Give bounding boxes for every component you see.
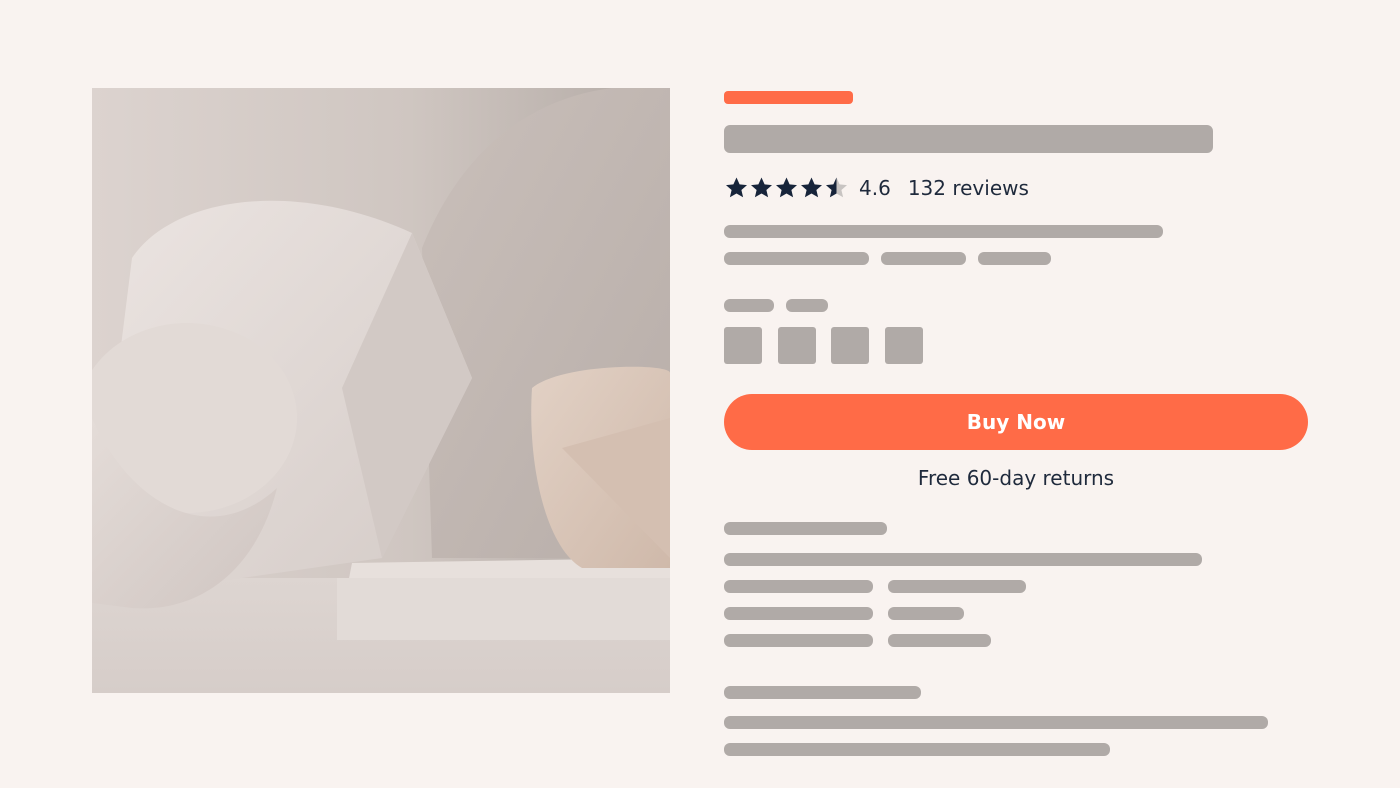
- buy-now-button[interactable]: Buy Now: [724, 394, 1308, 450]
- description-line: [978, 252, 1051, 265]
- option-label: [724, 299, 774, 312]
- option-swatch[interactable]: [724, 327, 762, 364]
- product-photo-art: [92, 88, 670, 693]
- product-title-placeholder: [724, 125, 1213, 153]
- star-rating: [724, 176, 849, 200]
- shipping-line: [724, 716, 1268, 729]
- details-line: [724, 553, 1202, 566]
- option-swatch[interactable]: [831, 327, 869, 364]
- details-line: [724, 607, 873, 620]
- details-line: [724, 634, 873, 647]
- description-line: [881, 252, 966, 265]
- review-count-link[interactable]: 132 reviews: [908, 176, 1029, 200]
- description-line: [724, 225, 1163, 238]
- star-icon: [726, 177, 747, 198]
- half-star-icon: [826, 177, 847, 198]
- details-heading: [724, 522, 887, 535]
- details-line: [888, 580, 1026, 593]
- shipping-line: [724, 743, 1110, 756]
- star-icon: [776, 177, 797, 198]
- shipping-heading: [724, 686, 921, 699]
- option-swatch[interactable]: [885, 327, 923, 364]
- details-line: [724, 580, 873, 593]
- rating-row: 4.6 132 reviews: [724, 172, 1029, 204]
- option-swatch[interactable]: [778, 327, 816, 364]
- option-label: [786, 299, 828, 312]
- returns-policy-text: Free 60-day returns: [917, 466, 1115, 490]
- details-line: [888, 607, 964, 620]
- description-line: [724, 252, 869, 265]
- details-line: [888, 634, 991, 647]
- product-image: [92, 88, 670, 693]
- star-icon: [801, 177, 822, 198]
- star-icon: [751, 177, 772, 198]
- rating-value: 4.6: [859, 176, 891, 200]
- category-label-bar: [724, 91, 853, 104]
